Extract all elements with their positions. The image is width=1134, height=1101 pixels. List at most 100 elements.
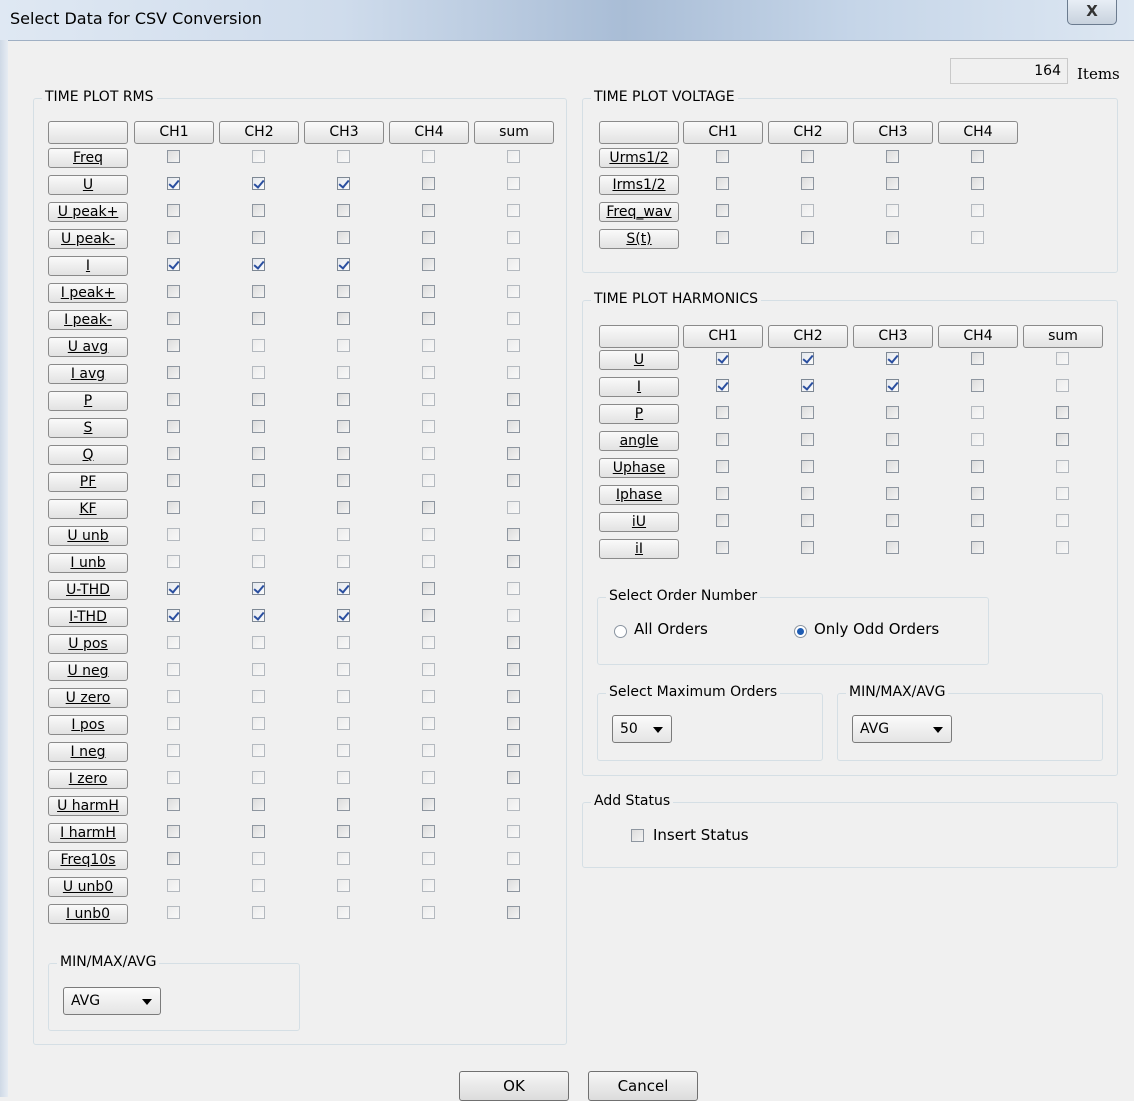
- insert-status-checkbox[interactable]: [631, 829, 644, 842]
- insert-status-label[interactable]: Insert Status: [653, 826, 749, 844]
- harmonics-i-ch1-checkbox[interactable]: [716, 379, 729, 392]
- voltage-irms1-2-ch1-checkbox[interactable]: [716, 177, 729, 190]
- voltage-irms1-2-ch3-checkbox[interactable]: [886, 177, 899, 190]
- voltage-row-button-s-t[interactable]: S(t): [599, 229, 679, 249]
- rms-u-unb-sum-checkbox[interactable]: [507, 528, 520, 541]
- rms-i-peak-ch1-checkbox[interactable]: [167, 312, 180, 325]
- harmonics-angle-ch2-checkbox[interactable]: [801, 433, 814, 446]
- harmonics-i-ch4-checkbox[interactable]: [971, 379, 984, 392]
- rms-row-button-freq[interactable]: Freq: [48, 148, 128, 168]
- rms-row-button-p[interactable]: P: [48, 391, 128, 411]
- rms-kf-ch3-checkbox[interactable]: [337, 501, 350, 514]
- harmonics-angle-ch1-checkbox[interactable]: [716, 433, 729, 446]
- rms-i-ch2-checkbox[interactable]: [252, 258, 265, 271]
- rms-i-ch3-checkbox[interactable]: [337, 258, 350, 271]
- harmonics-ii-ch2-checkbox[interactable]: [801, 541, 814, 554]
- harmonics-header-sum[interactable]: sum: [1023, 325, 1103, 348]
- rms-row-button-q[interactable]: Q: [48, 445, 128, 465]
- rms-p-sum-checkbox[interactable]: [507, 393, 520, 406]
- voltage-header-blank[interactable]: [599, 121, 679, 144]
- rms-q-ch2-checkbox[interactable]: [252, 447, 265, 460]
- rms-row-button-i-harmh[interactable]: I harmH: [48, 823, 128, 843]
- rms-i-zero-sum-checkbox[interactable]: [507, 771, 520, 784]
- rms-i-unb0-sum-checkbox[interactable]: [507, 906, 520, 919]
- rms-i-ch4-checkbox[interactable]: [422, 258, 435, 271]
- only-odd-orders-radio[interactable]: [794, 625, 807, 638]
- harmonics-uphase-ch4-checkbox[interactable]: [971, 460, 984, 473]
- rms-row-button-i-pos[interactable]: I pos: [48, 715, 128, 735]
- voltage-urms1-2-ch4-checkbox[interactable]: [971, 150, 984, 163]
- rms-i-unb-sum-checkbox[interactable]: [507, 555, 520, 568]
- rms-kf-ch1-checkbox[interactable]: [167, 501, 180, 514]
- rms-q-ch3-checkbox[interactable]: [337, 447, 350, 460]
- rms-u-thd-ch3-checkbox[interactable]: [337, 582, 350, 595]
- rms-pf-ch2-checkbox[interactable]: [252, 474, 265, 487]
- voltage-header-ch1[interactable]: CH1: [683, 121, 763, 144]
- harmonics-header-ch2[interactable]: CH2: [768, 325, 848, 348]
- rms-u-neg-sum-checkbox[interactable]: [507, 663, 520, 676]
- rms-row-button-u-unb0[interactable]: U unb0: [48, 877, 128, 897]
- rms-i-avg-ch1-checkbox[interactable]: [167, 366, 180, 379]
- harmonics-p-ch2-checkbox[interactable]: [801, 406, 814, 419]
- rms-i-harmh-ch4-checkbox[interactable]: [422, 825, 435, 838]
- rms-u-unb0-sum-checkbox[interactable]: [507, 879, 520, 892]
- harmonics-iphase-ch1-checkbox[interactable]: [716, 487, 729, 500]
- rms-pf-ch1-checkbox[interactable]: [167, 474, 180, 487]
- harmonics-u-ch3-checkbox[interactable]: [886, 352, 899, 365]
- rms-i-peak-ch2-checkbox[interactable]: [252, 285, 265, 298]
- harmonics-uphase-ch2-checkbox[interactable]: [801, 460, 814, 473]
- harmonics-row-button-ii[interactable]: iI: [599, 539, 679, 559]
- rms-u-thd-ch2-checkbox[interactable]: [252, 582, 265, 595]
- rms-u-peak-ch4-checkbox[interactable]: [422, 231, 435, 244]
- rms-row-button-i-neg[interactable]: I neg: [48, 742, 128, 762]
- harmonics-row-button-angle[interactable]: angle: [599, 431, 679, 451]
- rms-p-ch3-checkbox[interactable]: [337, 393, 350, 406]
- harmonics-iu-ch1-checkbox[interactable]: [716, 514, 729, 527]
- only-odd-orders-label[interactable]: Only Odd Orders: [814, 620, 939, 638]
- rms-u-peak-ch1-checkbox[interactable]: [167, 231, 180, 244]
- harmonics-ii-ch1-checkbox[interactable]: [716, 541, 729, 554]
- rms-u-ch3-checkbox[interactable]: [337, 177, 350, 190]
- harmonics-u-ch4-checkbox[interactable]: [971, 352, 984, 365]
- rms-i-peak-ch2-checkbox[interactable]: [252, 312, 265, 325]
- rms-s-ch1-checkbox[interactable]: [167, 420, 180, 433]
- harmonics-angle-sum-checkbox[interactable]: [1056, 433, 1069, 446]
- rms-u-ch4-checkbox[interactable]: [422, 177, 435, 190]
- rms-row-button-pf[interactable]: PF: [48, 472, 128, 492]
- harmonics-row-button-iu[interactable]: iU: [599, 512, 679, 532]
- rms-u-harmh-ch3-checkbox[interactable]: [337, 798, 350, 811]
- harmonics-u-ch2-checkbox[interactable]: [801, 352, 814, 365]
- rms-i-peak-ch4-checkbox[interactable]: [422, 312, 435, 325]
- rms-row-button-u-unb[interactable]: U unb: [48, 526, 128, 546]
- voltage-header-ch4[interactable]: CH4: [938, 121, 1018, 144]
- voltage-urms1-2-ch3-checkbox[interactable]: [886, 150, 899, 163]
- rms-row-button-u-pos[interactable]: U pos: [48, 634, 128, 654]
- harmonics-ii-ch4-checkbox[interactable]: [971, 541, 984, 554]
- rms-kf-ch4-checkbox[interactable]: [422, 501, 435, 514]
- harmonics-uphase-ch1-checkbox[interactable]: [716, 460, 729, 473]
- voltage-s-t-ch2-checkbox[interactable]: [801, 231, 814, 244]
- rms-row-button-kf[interactable]: KF: [48, 499, 128, 519]
- rms-i-thd-ch3-checkbox[interactable]: [337, 609, 350, 622]
- harmonics-ii-ch3-checkbox[interactable]: [886, 541, 899, 554]
- max-orders-combo[interactable]: 50: [612, 715, 672, 743]
- rms-i-peak-ch4-checkbox[interactable]: [422, 285, 435, 298]
- rms-header-ch4[interactable]: CH4: [389, 121, 469, 144]
- voltage-header-ch3[interactable]: CH3: [853, 121, 933, 144]
- voltage-row-button-freq-wav[interactable]: Freq_wav: [599, 202, 679, 222]
- rms-minmax-combo[interactable]: AVG: [63, 987, 161, 1015]
- rms-row-button-u-avg[interactable]: U avg: [48, 337, 128, 357]
- rms-u-harmh-ch1-checkbox[interactable]: [167, 798, 180, 811]
- harmonics-row-button-uphase[interactable]: Uphase: [599, 458, 679, 478]
- rms-u-peak-ch4-checkbox[interactable]: [422, 204, 435, 217]
- rms-u-pos-sum-checkbox[interactable]: [507, 636, 520, 649]
- rms-s-sum-checkbox[interactable]: [507, 420, 520, 433]
- rms-i-thd-ch1-checkbox[interactable]: [167, 609, 180, 622]
- harmonics-i-ch2-checkbox[interactable]: [801, 379, 814, 392]
- rms-u-peak-ch3-checkbox[interactable]: [337, 231, 350, 244]
- rms-p-ch1-checkbox[interactable]: [167, 393, 180, 406]
- rms-header-sum[interactable]: sum: [474, 121, 554, 144]
- rms-row-button-u-harmh[interactable]: U harmH: [48, 796, 128, 816]
- rms-i-pos-sum-checkbox[interactable]: [507, 717, 520, 730]
- rms-row-button-u-neg[interactable]: U neg: [48, 661, 128, 681]
